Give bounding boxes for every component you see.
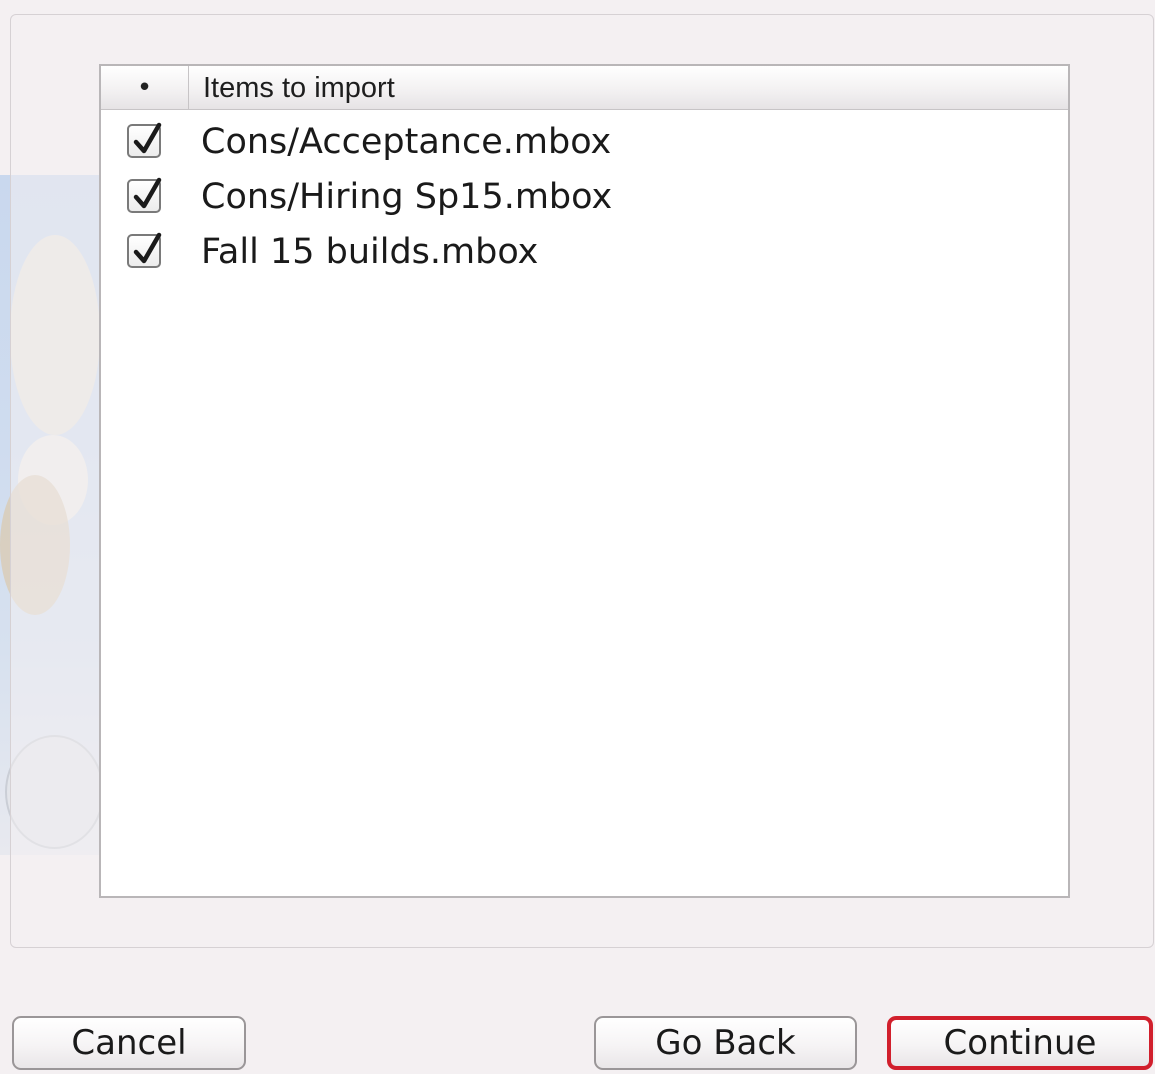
list-header: • Items to import bbox=[101, 66, 1068, 110]
checkmark-icon bbox=[133, 232, 162, 264]
list-item[interactable]: Cons/Hiring Sp15.mbox bbox=[101, 171, 1068, 226]
import-items-list[interactable]: • Items to import Cons/Acceptance.mbox C… bbox=[99, 64, 1070, 898]
item-label: Cons/Acceptance.mbox bbox=[201, 122, 612, 162]
item-checkbox[interactable] bbox=[127, 232, 162, 268]
column-header-check[interactable]: • bbox=[101, 66, 189, 109]
list-rows: Cons/Acceptance.mbox Cons/Hiring Sp15.mb… bbox=[101, 116, 1068, 281]
checkmark-icon bbox=[133, 122, 162, 154]
import-dialog: • Items to import Cons/Acceptance.mbox C… bbox=[0, 0, 1155, 1074]
item-label: Fall 15 builds.mbox bbox=[201, 232, 539, 272]
item-checkbox[interactable] bbox=[127, 177, 162, 213]
item-label: Cons/Hiring Sp15.mbox bbox=[201, 177, 613, 217]
item-checkbox[interactable] bbox=[127, 122, 162, 158]
column-header-items[interactable]: Items to import bbox=[203, 66, 395, 109]
list-item[interactable]: Fall 15 builds.mbox bbox=[101, 226, 1068, 281]
checkmark-icon bbox=[133, 177, 162, 209]
cancel-button[interactable]: Cancel bbox=[12, 1016, 246, 1070]
list-item[interactable]: Cons/Acceptance.mbox bbox=[101, 116, 1068, 171]
continue-button[interactable]: Continue bbox=[887, 1016, 1153, 1070]
go-back-button[interactable]: Go Back bbox=[594, 1016, 857, 1070]
